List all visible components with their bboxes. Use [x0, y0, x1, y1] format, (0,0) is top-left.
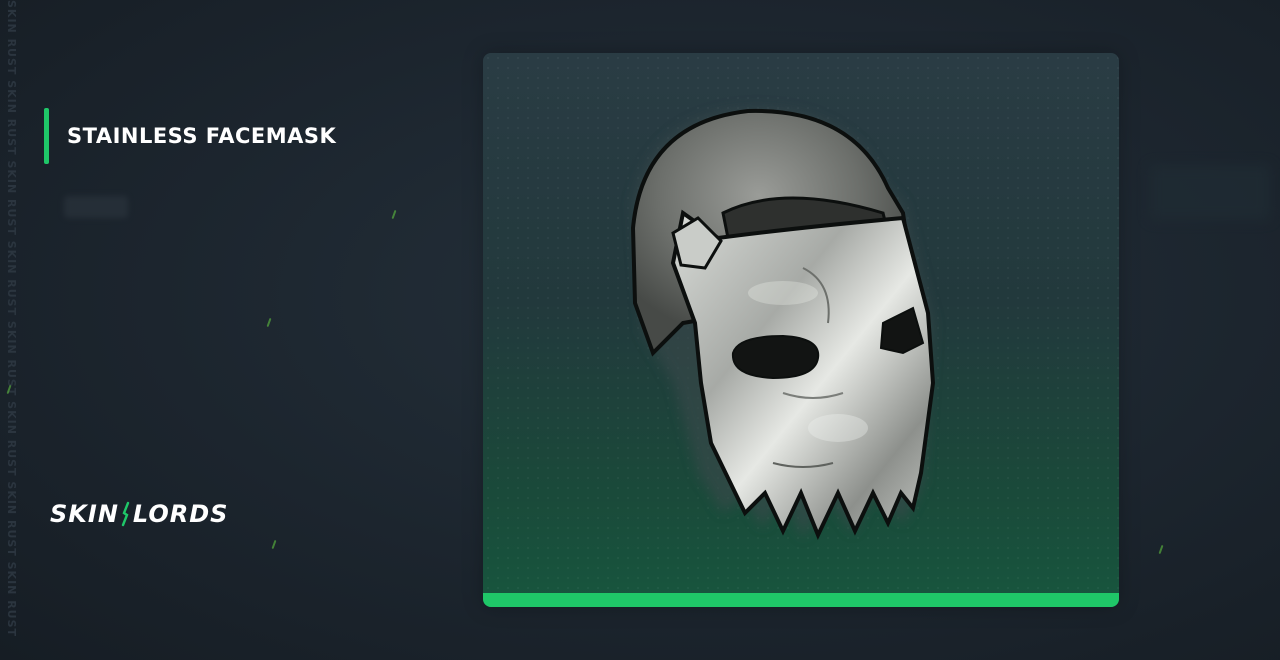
item-title: STAINLESS FACEMASK: [67, 124, 337, 148]
skinlords-logo: SKIN LORDS: [50, 500, 228, 528]
decor-fleck: [391, 209, 397, 220]
title-accent-bar: [44, 108, 49, 164]
logo-text-left: SKIN: [50, 500, 119, 528]
decor-fleck: [266, 317, 272, 328]
side-watermark: SKIN RUST SKIN RUST SKIN RUST SKIN RUST …: [5, 0, 18, 638]
rarity-bar: [483, 593, 1119, 607]
item-card: [483, 53, 1119, 607]
blurred-background-panel: [1150, 165, 1270, 220]
decor-fleck: [271, 539, 277, 550]
title-block: STAINLESS FACEMASK: [44, 108, 336, 164]
decor-fleck: [1158, 544, 1164, 555]
logo-text-right: LORDS: [132, 500, 229, 528]
skinlords-slash-icon: [121, 501, 130, 527]
blurred-badge: [64, 196, 128, 218]
stainless-facemask-icon: [630, 108, 936, 540]
